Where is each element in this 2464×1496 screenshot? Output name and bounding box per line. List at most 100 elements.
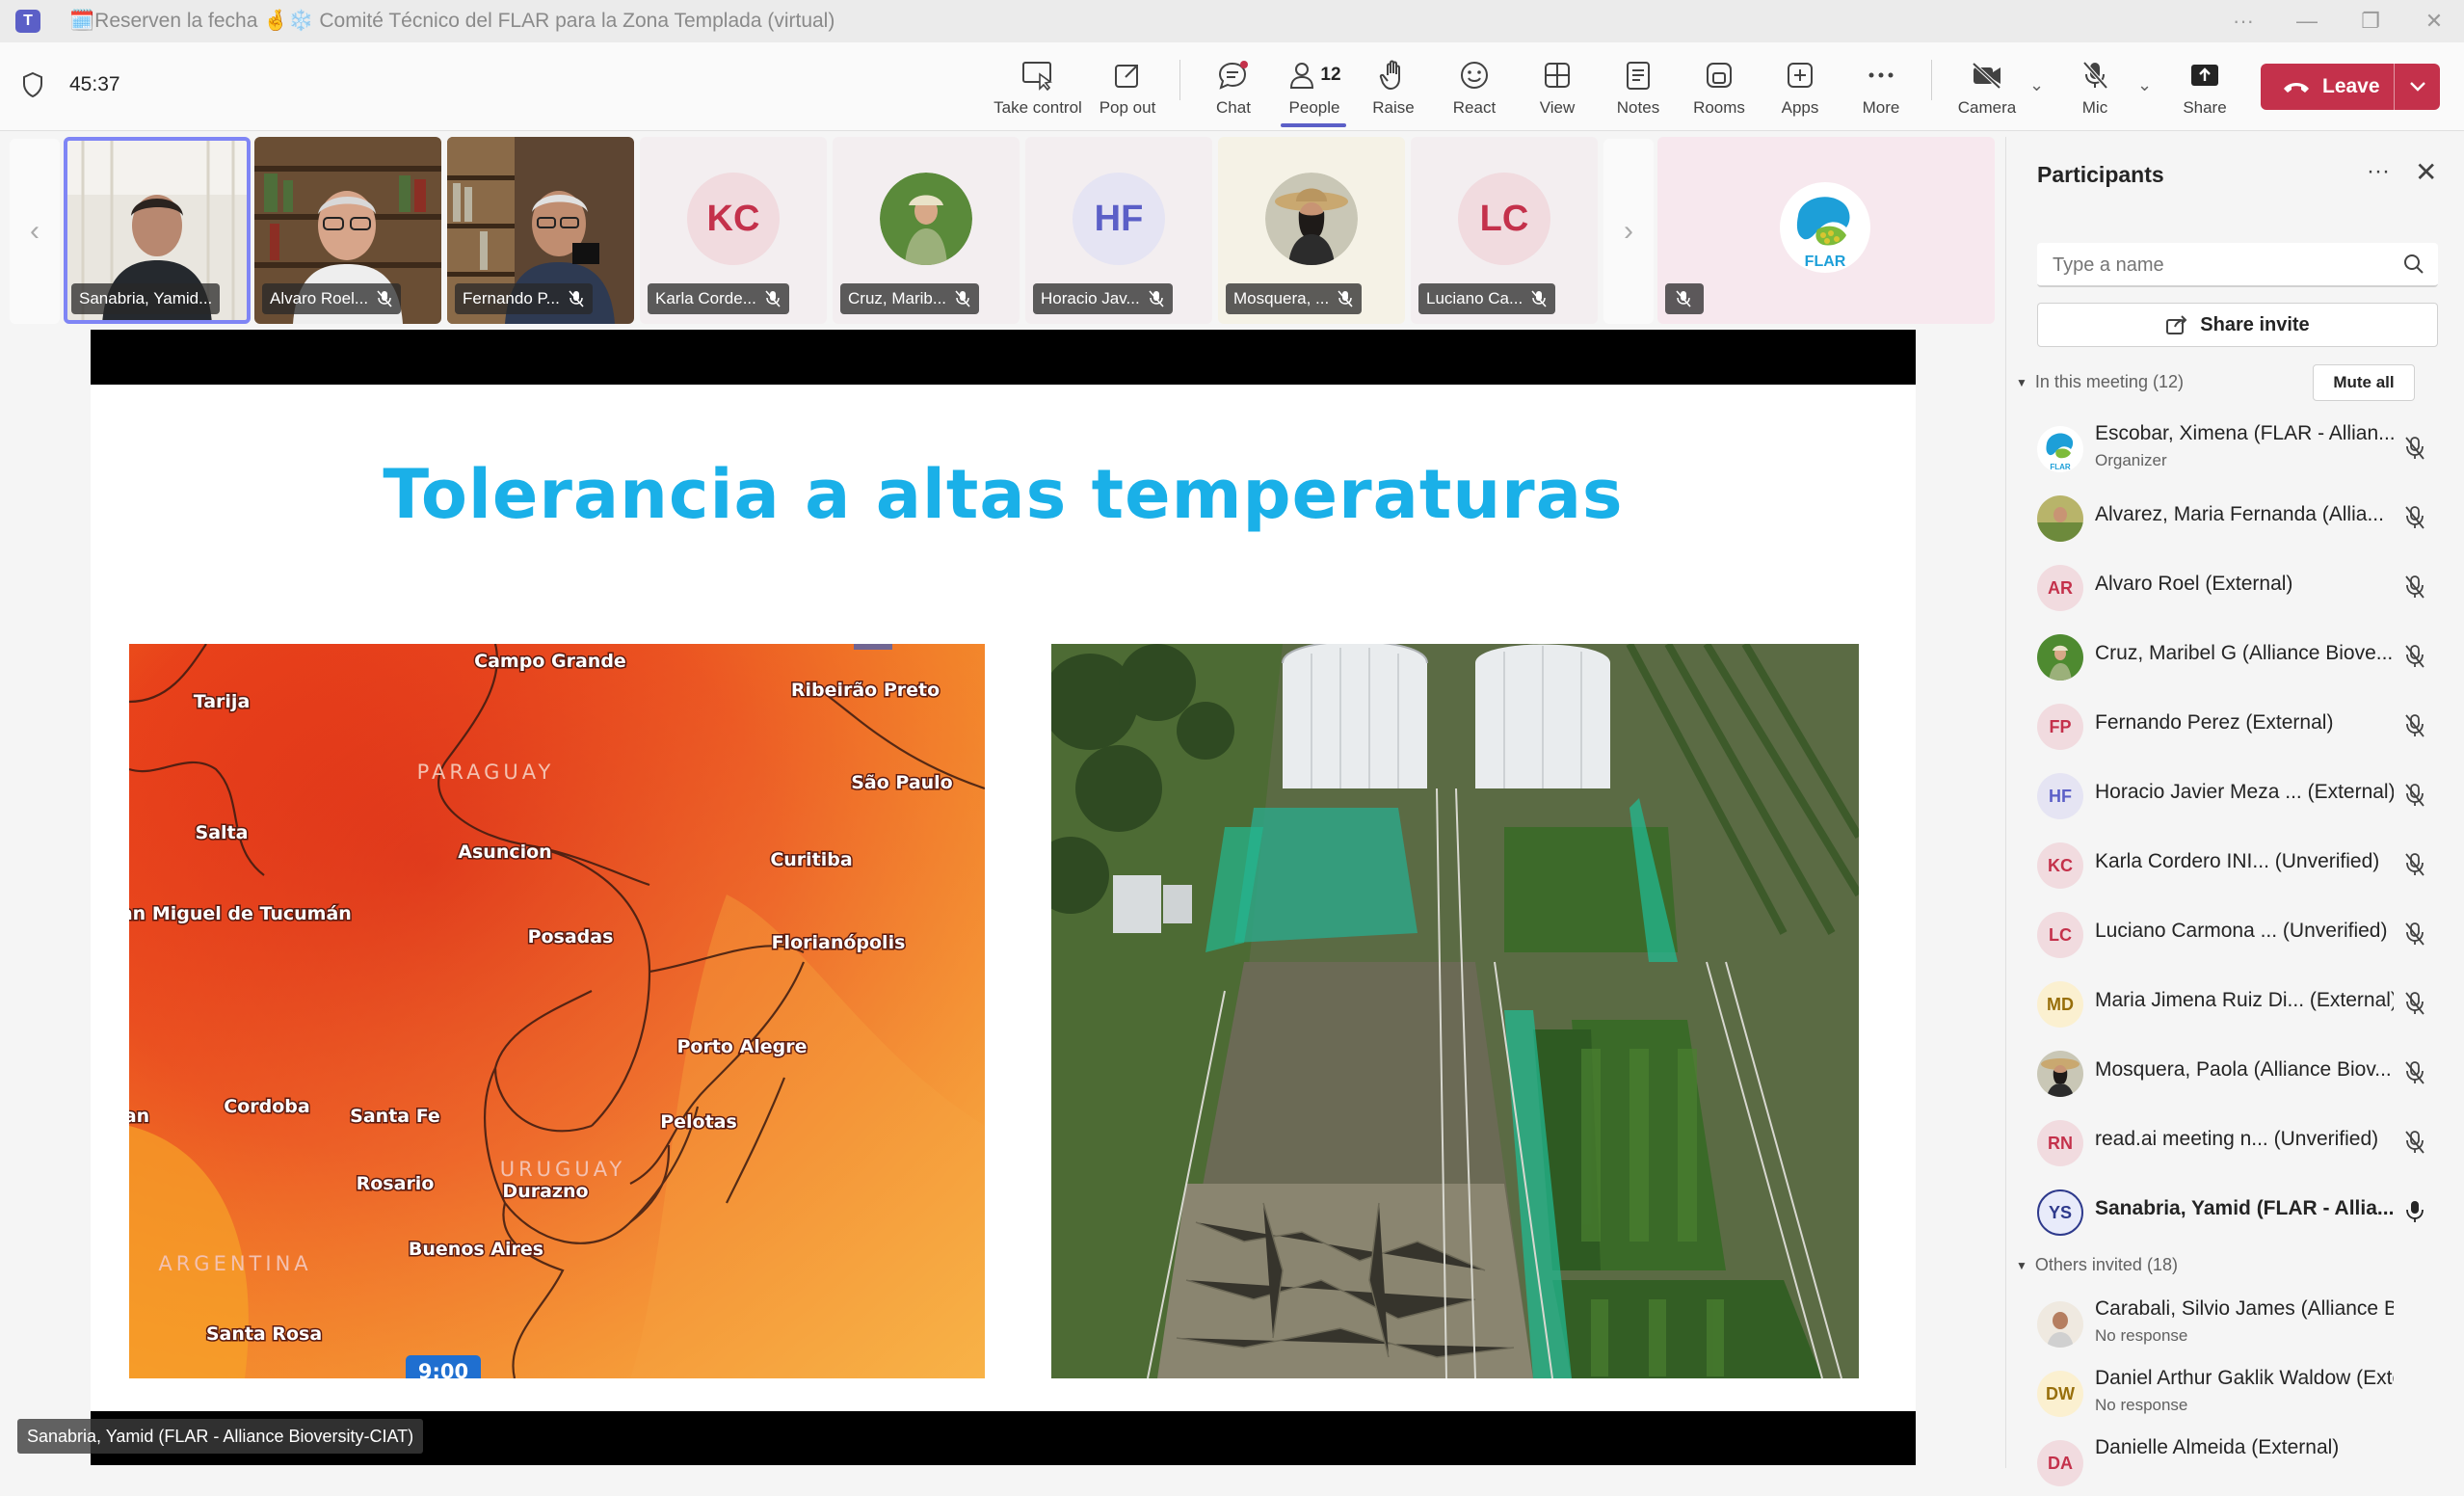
people-button[interactable]: 12 People bbox=[1274, 56, 1355, 125]
mic-off-icon bbox=[2405, 437, 2424, 460]
mic-options-chevron-icon[interactable]: ⌄ bbox=[2137, 75, 2152, 95]
in-meeting-section-header[interactable]: ▼ In this meeting (12) bbox=[2016, 372, 2184, 392]
people-icon bbox=[1290, 63, 1314, 89]
invited-row[interactable]: Carabali, Silvio James (Alliance Bio... … bbox=[2006, 1288, 2464, 1357]
raise-hand-button[interactable]: Raise bbox=[1355, 56, 1432, 125]
tile-name: Mosquera, ... bbox=[1226, 283, 1363, 314]
map-label: Campo Grande bbox=[474, 651, 626, 672]
panel-more-icon[interactable]: ··· bbox=[2367, 158, 2390, 185]
invited-row[interactable]: DW Daniel Arthur Gaklik Waldow (Exte... … bbox=[2006, 1357, 2464, 1427]
participant-row[interactable]: Cruz, Maribel G (Alliance Biove... bbox=[2006, 621, 2464, 690]
avatar-tile[interactable]: HF Horacio Jav... bbox=[1025, 137, 1212, 324]
panel-close-icon[interactable]: ✕ bbox=[2415, 156, 2437, 188]
leave-button[interactable]: Leave bbox=[2261, 64, 2440, 110]
slide-title: Tolerancia a altas temperaturas bbox=[383, 455, 1624, 534]
more-options-icon[interactable]: ··· bbox=[2212, 0, 2275, 42]
participant-name: Alvaro Roel (External) bbox=[2095, 573, 2293, 595]
participant-name: Fernando Perez (External) bbox=[2095, 711, 2334, 734]
participant-row[interactable]: MD Maria Jimena Ruiz Di... (External) bbox=[2006, 968, 2464, 1037]
participant-row[interactable]: KC Karla Cordero INI... (Unverified) bbox=[2006, 829, 2464, 898]
avatar-tile[interactable]: LC Luciano Ca... bbox=[1411, 137, 1598, 324]
pop-out-button[interactable]: Pop out bbox=[1089, 56, 1166, 125]
rooms-button[interactable]: Rooms bbox=[1681, 56, 1758, 125]
more-button[interactable]: More bbox=[1842, 56, 1920, 125]
leave-options-chevron-icon[interactable] bbox=[2394, 64, 2440, 110]
share-invite-button[interactable]: Share invite bbox=[2037, 303, 2438, 347]
video-tile[interactable]: Sanabria, Yamid... bbox=[64, 137, 251, 324]
close-window-button[interactable]: ✕ bbox=[2402, 0, 2464, 42]
avatar: DW bbox=[2037, 1371, 2083, 1417]
participant-row[interactable]: RN read.ai meeting n... (Unverified) bbox=[2006, 1107, 2464, 1176]
apps-button[interactable]: Apps bbox=[1762, 56, 1839, 125]
grid-icon bbox=[1545, 63, 1570, 88]
map-label: Santa Rosa bbox=[206, 1323, 322, 1345]
toolbar-divider bbox=[1931, 60, 1932, 100]
mic-off-icon bbox=[1338, 290, 1353, 307]
flar-logo-text: FLAR bbox=[1805, 254, 1846, 270]
mic-off-icon bbox=[2405, 922, 2424, 946]
flar-logo-icon: FLAR bbox=[1780, 182, 1870, 273]
gallery-next-arrow-icon[interactable]: › bbox=[1603, 139, 1654, 324]
share-icon bbox=[2191, 65, 2218, 86]
heat-map: Campo Grande Tarija Ribeirão Preto São P… bbox=[129, 644, 985, 1378]
others-section-header[interactable]: ▼ Others invited (18) bbox=[2016, 1255, 2178, 1275]
map-label: Posadas bbox=[528, 926, 614, 948]
avatar-tile[interactable]: Cruz, Marib... bbox=[833, 137, 1020, 324]
avatar: HF bbox=[2037, 773, 2083, 819]
avatar-tile[interactable]: FLAR bbox=[1657, 137, 1995, 324]
search-icon[interactable] bbox=[2403, 254, 2424, 275]
participant-search[interactable] bbox=[2037, 243, 2438, 287]
avatar-tile[interactable]: KC Karla Corde... bbox=[640, 137, 827, 324]
mic-button[interactable]: Mic bbox=[2056, 56, 2133, 125]
participant-row-self[interactable]: YS Sanabria, Yamid (FLAR - Allia... bbox=[2006, 1176, 2464, 1245]
video-tile[interactable]: Alvaro Roel... bbox=[254, 137, 441, 324]
mic-off-icon bbox=[2082, 61, 2108, 90]
letterbox-top bbox=[91, 330, 1916, 385]
share-invite-icon bbox=[2166, 315, 2187, 334]
invited-row[interactable]: DA Danielle Almeida (External) bbox=[2006, 1427, 2464, 1496]
participant-row[interactable]: AR Alvaro Roel (External) bbox=[2006, 551, 2464, 621]
window-title: 🗓️Reserven la fecha 🤞❄️ Comité Técnico d… bbox=[69, 10, 835, 32]
video-tile[interactable]: Fernando P... bbox=[447, 137, 634, 324]
mic-off-icon bbox=[2405, 784, 2424, 807]
tile-mic bbox=[1665, 283, 1704, 314]
gallery-prev-arrow-icon[interactable]: ‹ bbox=[10, 139, 60, 324]
chat-button[interactable]: Chat bbox=[1195, 56, 1272, 125]
participant-name: Karla Cordero INI... (Unverified) bbox=[2095, 850, 2380, 872]
mic-off-icon bbox=[2405, 506, 2424, 529]
react-button[interactable]: React bbox=[1436, 56, 1513, 125]
participant-row[interactable]: Mosquera, Paola (Alliance Biov... bbox=[2006, 1037, 2464, 1107]
participant-name: Escobar, Ximena (FLAR - Allian... bbox=[2095, 422, 2394, 444]
minimize-button[interactable]: — bbox=[2275, 0, 2339, 42]
shared-screen: Tolerancia a altas temperaturas Campo Gr… bbox=[91, 330, 1916, 1465]
participant-status: No response bbox=[2095, 1396, 2188, 1414]
map-label: Asuncion bbox=[458, 842, 551, 863]
participant-row[interactable]: Alvarez, Maria Fernanda (Allia... bbox=[2006, 482, 2464, 551]
avatar-tile[interactable]: Mosquera, ... bbox=[1218, 137, 1405, 324]
participant-row[interactable]: FP Fernando Perez (External) bbox=[2006, 690, 2464, 760]
map-label: Pelotas bbox=[660, 1111, 737, 1133]
participant-row[interactable]: LC Luciano Carmona ... (Unverified) bbox=[2006, 898, 2464, 968]
notes-button[interactable]: Notes bbox=[1600, 56, 1677, 125]
participant-name: Luciano Carmona ... (Unverified) bbox=[2095, 920, 2388, 942]
field-photo bbox=[1051, 644, 1859, 1378]
participant-row[interactable]: FLAR Escobar, Ximena (FLAR - Allian... O… bbox=[2006, 413, 2464, 482]
maximize-button[interactable]: ❐ bbox=[2339, 0, 2402, 42]
view-button[interactable]: View bbox=[1519, 56, 1596, 125]
title-bar: T 🗓️Reserven la fecha 🤞❄️ Comité Técnico… bbox=[0, 0, 2464, 42]
share-button[interactable]: Share bbox=[2168, 56, 2241, 125]
tile-name: Sanabria, Yamid... bbox=[71, 283, 221, 314]
map-label: Buenos Aires bbox=[409, 1239, 543, 1260]
camera-button[interactable]: Camera bbox=[1947, 56, 2027, 125]
chat-icon bbox=[1218, 61, 1248, 90]
search-input[interactable] bbox=[2053, 251, 2380, 280]
avatar: FP bbox=[2037, 704, 2083, 750]
take-control-button[interactable]: Take control bbox=[993, 56, 1083, 125]
mic-on-icon bbox=[2406, 1201, 2424, 1222]
leave-main[interactable]: Leave bbox=[2261, 75, 2394, 98]
map-label: Curitiba bbox=[770, 849, 852, 870]
participant-row[interactable]: HF Horacio Javier Meza ... (External) bbox=[2006, 760, 2464, 829]
camera-options-chevron-icon[interactable]: ⌄ bbox=[2029, 75, 2044, 95]
map-label: Ribeirão Preto bbox=[791, 680, 940, 701]
mute-all-button[interactable]: Mute all bbox=[2313, 364, 2415, 401]
